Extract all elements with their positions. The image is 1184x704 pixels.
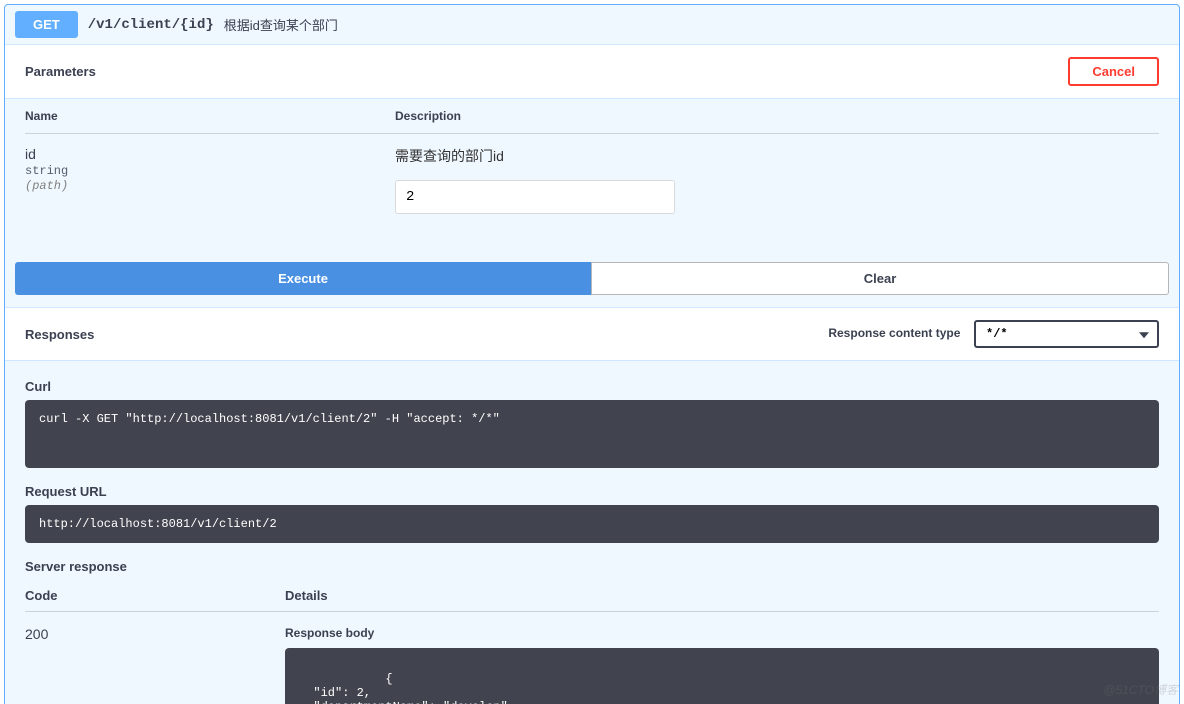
content-type-label: Response content type [828, 326, 960, 340]
action-button-row: Execute Clear [15, 262, 1169, 295]
content-type-select[interactable]: */* [974, 320, 1159, 348]
clear-button[interactable]: Clear [591, 262, 1169, 295]
execute-button[interactable]: Execute [15, 262, 591, 295]
parameters-section-bar: Parameters Cancel [5, 44, 1179, 99]
parameters-table-head: Name Description [25, 99, 1159, 134]
responses-body: Curl curl -X GET "http://localhost:8081/… [5, 361, 1179, 704]
code-col-header: Code [25, 588, 285, 603]
content-type-select-wrap: */* [974, 320, 1159, 348]
col-name-header: Name [25, 109, 395, 123]
response-row: 200 Response body { "id": 2, "department… [25, 612, 1159, 704]
cancel-button[interactable]: Cancel [1068, 57, 1159, 86]
request-url-title: Request URL [25, 484, 1159, 499]
parameters-title: Parameters [25, 64, 96, 79]
operation-panel: GET /v1/client/{id} 根据id查询某个部门 Parameter… [4, 4, 1180, 704]
content-type-group: Response content type */* [828, 320, 1159, 348]
curl-title: Curl [25, 379, 1159, 394]
parameter-in: (path) [25, 179, 395, 193]
http-method-badge: GET [15, 11, 78, 38]
operation-header[interactable]: GET /v1/client/{id} 根据id查询某个部门 [5, 5, 1179, 44]
parameter-value-input[interactable] [395, 180, 675, 214]
request-url-box[interactable]: http://localhost:8081/v1/client/2 [25, 505, 1159, 543]
parameter-description: 需要查询的部门id [395, 146, 1159, 166]
swagger-operation-block: GET /v1/client/{id} 根据id查询某个部门 Parameter… [0, 0, 1184, 704]
response-details: Response body { "id": 2, "departmentName… [285, 626, 1159, 704]
server-response-title: Server response [25, 559, 1159, 574]
curl-command-box[interactable]: curl -X GET "http://localhost:8081/v1/cl… [25, 400, 1159, 468]
parameter-desc-cell: 需要查询的部门id [395, 146, 1159, 214]
endpoint-path: /v1/client/{id} [88, 17, 214, 33]
endpoint-summary: 根据id查询某个部门 [224, 15, 338, 34]
response-body-box[interactable]: { "id": 2, "departmentName": "develop" }… [285, 648, 1159, 704]
parameter-name-cell: id string (path) [25, 146, 395, 214]
parameter-name: id [25, 146, 395, 162]
responses-section-bar: Responses Response content type */* [5, 307, 1179, 361]
response-body-text: { "id": 2, "departmentName": "develop" } [299, 672, 508, 704]
details-col-header: Details [285, 588, 1159, 603]
response-code: 200 [25, 626, 285, 704]
response-body-title: Response body [285, 626, 1159, 640]
parameters-body: Name Description id string (path) 需要查询的部… [5, 99, 1179, 254]
parameter-type: string [25, 164, 395, 178]
col-description-header: Description [395, 109, 1159, 123]
response-table-head: Code Details [25, 580, 1159, 612]
responses-title: Responses [25, 327, 94, 342]
parameter-row: id string (path) 需要查询的部门id [25, 134, 1159, 234]
parameters-table: Name Description id string (path) 需要查询的部… [25, 99, 1159, 234]
